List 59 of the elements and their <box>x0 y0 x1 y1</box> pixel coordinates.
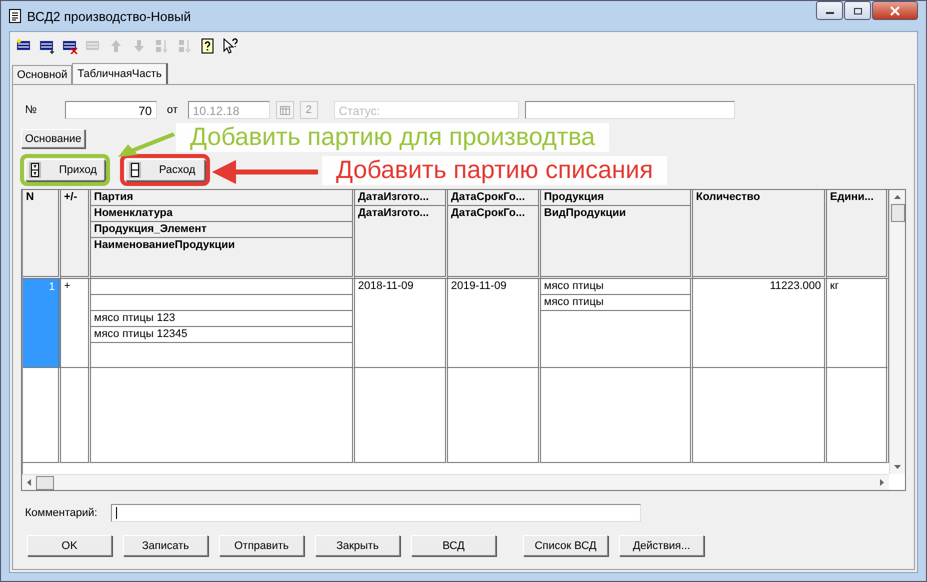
tab[interactable]: Основной <box>12 65 72 84</box>
column-header[interactable]: Едини... <box>827 190 886 205</box>
column-header[interactable]: ДатаИзгото... <box>355 206 445 221</box>
callout-text: Добавить партию для производтва <box>176 123 610 152</box>
dialog-button[interactable]: Действия... <box>619 535 704 556</box>
table-cell: 2019-11-09 <box>448 279 541 368</box>
column-header[interactable]: НаименованиеПродукции <box>91 238 352 253</box>
maximize-icon <box>852 6 862 14</box>
table-cell: 11223.000 <box>693 279 827 368</box>
table-cell: мясо птицы <box>541 295 690 311</box>
comment-label: Комментарий: <box>24 507 98 519</box>
number-label: № <box>24 104 38 116</box>
dialog-button[interactable]: ВСД <box>411 535 496 556</box>
calendar-icon <box>280 106 290 114</box>
window-title: ВСД2 производство-Новый <box>27 8 191 24</box>
vertical-scrollbar[interactable] <box>889 190 905 474</box>
table-cell: 2018-11-09 <box>355 279 448 368</box>
dialog-button[interactable]: Список ВСД <box>523 535 608 556</box>
column-header[interactable]: N <box>23 190 58 205</box>
column-header[interactable]: ВидПродукции <box>541 206 690 221</box>
tab[interactable]: ТабличнаяЧасть <box>72 63 168 84</box>
income-icon <box>29 162 41 178</box>
dialog-button[interactable]: Записать <box>123 535 208 556</box>
column-header[interactable]: Продукция <box>541 190 690 206</box>
horizontal-scrollbar[interactable] <box>22 474 889 490</box>
date-label: от <box>166 104 179 116</box>
table-cell: мясо птицы 123 <box>91 311 352 327</box>
toolbar-whats-this-icon[interactable] <box>221 36 240 55</box>
dialog-button[interactable]: Отправить <box>219 535 304 556</box>
close-icon <box>889 6 901 16</box>
column-header[interactable]: +/- <box>61 190 88 205</box>
column-header[interactable]: ДатаСрокГо... <box>448 206 538 221</box>
table-cell: мясо птицы <box>541 279 690 295</box>
column-header[interactable]: ДатаСрокГо... <box>448 190 538 206</box>
column-header[interactable]: ДатаИзгото... <box>355 190 445 206</box>
column-header[interactable]: Партия <box>91 190 352 206</box>
scroll-left-icon[interactable] <box>27 479 31 486</box>
maximize-button[interactable] <box>844 1 871 20</box>
table-cell: + <box>61 279 91 368</box>
scroll-thumb[interactable] <box>890 204 904 222</box>
dialog-button[interactable]: Закрыть <box>315 535 400 556</box>
minimize-button[interactable] <box>816 1 843 20</box>
close-button[interactable] <box>872 1 918 20</box>
scroll-down-icon[interactable] <box>894 465 901 469</box>
column-header[interactable]: Номенклатура <box>91 206 352 222</box>
status-value-field[interactable] <box>524 101 735 119</box>
comment-field[interactable] <box>111 504 642 522</box>
dialog-button[interactable]: OK <box>27 535 112 556</box>
column-header[interactable]: Количество <box>693 190 824 205</box>
column-header[interactable]: Продукция_Элемент <box>91 222 352 238</box>
callout-text: Добавить партию списания <box>322 156 668 185</box>
number-field[interactable]: 70 <box>64 101 157 119</box>
scroll-up-icon[interactable] <box>894 195 901 199</box>
basis-button[interactable]: Основание <box>21 129 86 148</box>
table-cell: мясо птицы 12345 <box>91 327 352 343</box>
document-icon <box>9 9 21 23</box>
scroll-right-icon[interactable] <box>880 479 884 486</box>
expense-icon <box>129 162 141 178</box>
scroll-thumb[interactable] <box>36 476 54 490</box>
